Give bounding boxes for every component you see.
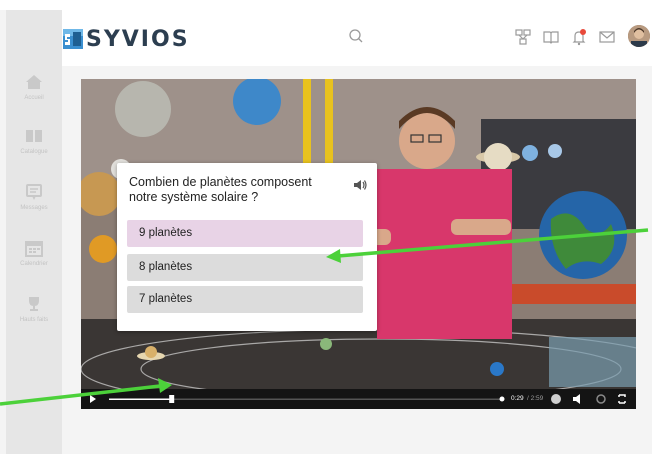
- arrow-to-option-icon: [326, 228, 649, 263]
- page: Accueil Catalogue Messages Calendrier Ha…: [0, 0, 652, 454]
- arrow-to-progress-icon: [0, 378, 172, 406]
- annotation-arrows: [0, 228, 649, 406]
